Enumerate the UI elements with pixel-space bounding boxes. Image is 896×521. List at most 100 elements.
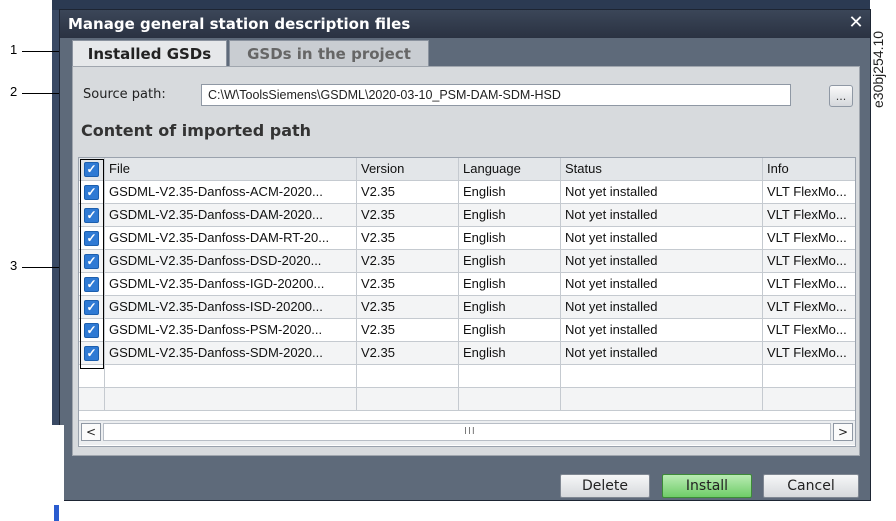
column-header-file[interactable]: File — [105, 158, 357, 180]
info-cell: VLT FlexMo... — [767, 253, 847, 268]
tab-gsds-in-project[interactable]: GSDs in the project — [229, 40, 429, 66]
language-cell: English — [459, 273, 561, 295]
row-checkbox-cell[interactable]: ✓ — [79, 181, 105, 203]
language-cell: English — [459, 181, 561, 203]
delete-button[interactable]: Delete — [560, 474, 650, 498]
info-cell: VLT FlexMo... — [767, 322, 847, 337]
version-cell: V2.35 — [357, 181, 459, 203]
tab-installed-gsds[interactable]: Installed GSDs — [72, 40, 227, 66]
tab-panel: Source path: C:\W\ToolsSiemens\GSDML\202… — [72, 66, 860, 456]
section-title: Content of imported path — [81, 121, 312, 140]
info-cell: VLT FlexMo... — [767, 207, 847, 222]
dialog-title: Manage general station description files — [68, 15, 411, 33]
status-cell: Not yet installed — [561, 204, 763, 226]
manage-gsd-dialog: Manage general station description files… — [60, 10, 870, 500]
language-cell: English — [459, 296, 561, 318]
language-cell: English — [459, 227, 561, 249]
background-app-toolbar — [52, 0, 870, 10]
source-path-label: Source path: — [83, 87, 166, 102]
table-row[interactable]: ✓ GSDML-V2.35-Danfoss-SDM-2020... V2.35 … — [79, 342, 855, 365]
status-cell: Not yet installed — [561, 227, 763, 249]
column-header-language[interactable]: Language — [459, 158, 561, 180]
row-checkbox-icon[interactable]: ✓ — [84, 208, 99, 223]
dialog-title-bar[interactable]: Manage general station description files… — [60, 10, 870, 38]
row-checkbox-icon[interactable]: ✓ — [84, 300, 99, 315]
status-cell: Not yet installed — [561, 181, 763, 203]
callout-3-label: 3 — [10, 258, 18, 273]
gsd-table: ✓ File Version Language Status Info ✓ GS… — [78, 157, 856, 447]
horizontal-scrollbar[interactable]: < III > — [79, 420, 855, 445]
info-cell: VLT FlexMo... — [767, 276, 847, 291]
info-cell: VLT FlexMo... — [767, 230, 847, 245]
info-cell: VLT FlexMo... — [767, 184, 847, 199]
row-checkbox-cell[interactable]: ✓ — [79, 204, 105, 226]
column-header-status[interactable]: Status — [561, 158, 763, 180]
empty-cell — [357, 365, 459, 387]
row-checkbox-icon[interactable]: ✓ — [84, 346, 99, 361]
row-checkbox-cell[interactable]: ✓ — [79, 342, 105, 364]
row-checkbox-icon[interactable]: ✓ — [84, 231, 99, 246]
version-cell: V2.35 — [357, 227, 459, 249]
install-button[interactable]: Install — [662, 474, 752, 498]
file-cell: GSDML-V2.35-Danfoss-DSD-2020... — [105, 250, 357, 272]
file-cell: GSDML-V2.35-Danfoss-DAM-2020... — [105, 204, 357, 226]
language-cell: English — [459, 342, 561, 364]
scroll-left-icon[interactable]: < — [81, 423, 101, 441]
empty-table-row — [79, 365, 855, 388]
status-cell: Not yet installed — [561, 250, 763, 272]
table-row[interactable]: ✓ GSDML-V2.35-Danfoss-ACM-2020... V2.35 … — [79, 181, 855, 204]
empty-cell — [357, 388, 459, 410]
empty-cell — [79, 365, 105, 387]
table-row[interactable]: ✓ GSDML-V2.35-Danfoss-DSD-2020... V2.35 … — [79, 250, 855, 273]
language-cell: English — [459, 319, 561, 341]
select-all-cell[interactable]: ✓ — [79, 158, 105, 180]
browse-button[interactable]: ... — [829, 85, 853, 107]
table-row[interactable]: ✓ GSDML-V2.35-Danfoss-IGD-20200... V2.35… — [79, 273, 855, 296]
row-checkbox-cell[interactable]: ✓ — [79, 319, 105, 341]
info-cell: VLT FlexMo... — [767, 345, 847, 360]
version-cell: V2.35 — [357, 296, 459, 318]
row-checkbox-icon[interactable]: ✓ — [84, 277, 99, 292]
table-row[interactable]: ✓ GSDML-V2.35-Danfoss-DAM-2020... V2.35 … — [79, 204, 855, 227]
file-cell: GSDML-V2.35-Danfoss-SDM-2020... — [105, 342, 357, 364]
select-all-checkbox-icon[interactable]: ✓ — [84, 162, 99, 177]
file-cell: GSDML-V2.35-Danfoss-ISD-20200... — [105, 296, 357, 318]
source-path-field[interactable]: C:\W\ToolsSiemens\GSDML\2020-03-10_PSM-D… — [201, 84, 791, 106]
reference-code: e30bj254.10 — [870, 30, 886, 108]
status-cell: Not yet installed — [561, 319, 763, 341]
row-checkbox-icon[interactable]: ✓ — [84, 185, 99, 200]
row-checkbox-cell[interactable]: ✓ — [79, 296, 105, 318]
row-checkbox-cell[interactable]: ✓ — [79, 250, 105, 272]
table-row[interactable]: ✓ GSDML-V2.35-Danfoss-PSM-2020... V2.35 … — [79, 319, 855, 342]
language-cell: English — [459, 204, 561, 226]
table-header-row: ✓ File Version Language Status Info — [79, 158, 855, 181]
scroll-right-icon[interactable]: > — [833, 423, 853, 441]
scroll-thumb[interactable]: III — [103, 423, 831, 441]
empty-cell — [459, 388, 561, 410]
empty-cell — [561, 388, 763, 410]
column-header-info[interactable]: Info — [763, 158, 855, 180]
empty-cell — [105, 365, 357, 387]
status-cell: Not yet installed — [561, 296, 763, 318]
file-cell: GSDML-V2.35-Danfoss-PSM-2020... — [105, 319, 357, 341]
info-cell: VLT FlexMo... — [767, 299, 847, 314]
row-checkbox-icon[interactable]: ✓ — [84, 323, 99, 338]
empty-cell — [105, 388, 357, 410]
row-checkbox-cell[interactable]: ✓ — [79, 273, 105, 295]
close-icon[interactable]: ✕ — [846, 13, 866, 33]
empty-table-row — [79, 388, 855, 411]
empty-cell — [763, 388, 855, 410]
language-cell: English — [459, 250, 561, 272]
row-checkbox-icon[interactable]: ✓ — [84, 254, 99, 269]
column-header-version[interactable]: Version — [357, 158, 459, 180]
status-cell: Not yet installed — [561, 273, 763, 295]
version-cell: V2.35 — [357, 342, 459, 364]
cancel-button[interactable]: Cancel — [763, 474, 859, 498]
scroll-grip-icon: III — [464, 426, 476, 437]
table-row[interactable]: ✓ GSDML-V2.35-Danfoss-DAM-RT-20... V2.35… — [79, 227, 855, 250]
table-row[interactable]: ✓ GSDML-V2.35-Danfoss-ISD-20200... V2.35… — [79, 296, 855, 319]
callout-2-label: 2 — [10, 84, 18, 99]
row-checkbox-cell[interactable]: ✓ — [79, 227, 105, 249]
status-cell: Not yet installed — [561, 342, 763, 364]
empty-cell — [763, 365, 855, 387]
